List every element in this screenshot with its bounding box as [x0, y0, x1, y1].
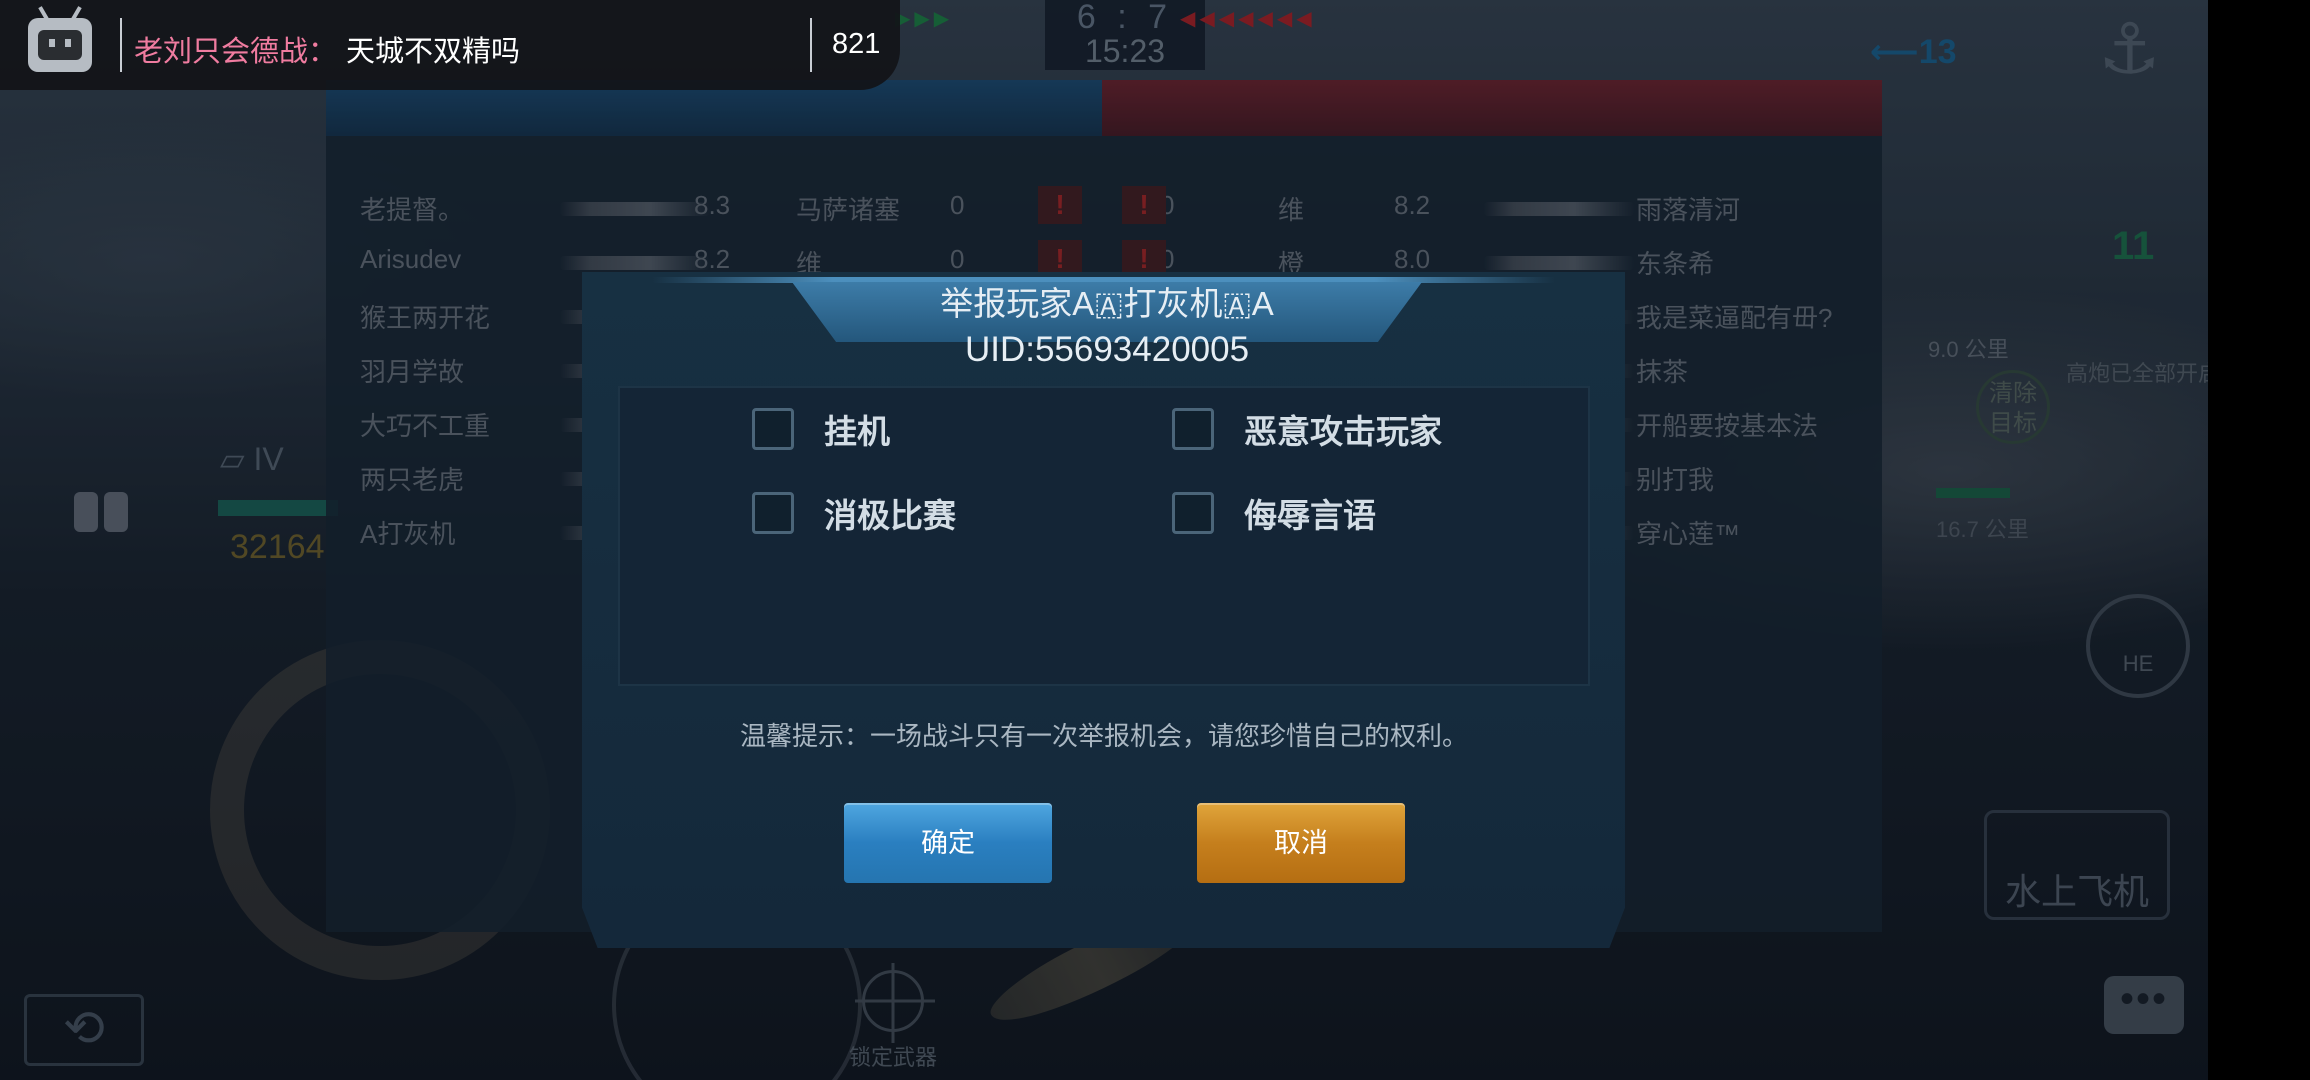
checkbox[interactable]	[1172, 492, 1214, 534]
danmaku-count: 821	[832, 28, 881, 60]
bilibili-eye	[49, 39, 55, 47]
bilibili-face	[38, 30, 82, 60]
danmaku-username: 老刘只会德战：	[134, 36, 338, 68]
cancel-button[interactable]: 取消	[1197, 803, 1405, 883]
option-insulting-language[interactable]: 侮辱言语	[1172, 489, 1376, 537]
checkbox[interactable]	[1172, 408, 1214, 450]
checkbox[interactable]	[752, 408, 794, 450]
option-label: 消极比赛	[824, 497, 956, 534]
bilibili-eye	[65, 39, 71, 47]
option-afk[interactable]: 挂机	[752, 405, 890, 453]
option-malicious-attack[interactable]: 恶意攻击玩家	[1172, 405, 1442, 453]
game-screen: ▶▶▶ 6 : 7 15:23 ◀◀◀◀◀◀◀ ⟵13 ⚓ ▱ IV 32164…	[0, 0, 2310, 1080]
option-label: 恶意攻击玩家	[1244, 413, 1442, 450]
divider	[120, 18, 122, 72]
divider	[810, 18, 812, 72]
option-label: 挂机	[824, 413, 890, 450]
checkbox[interactable]	[752, 492, 794, 534]
option-label: 侮辱言语	[1244, 497, 1376, 534]
confirm-button[interactable]: 确定	[844, 803, 1052, 883]
screen-edge	[2208, 0, 2310, 1080]
danmaku-bar: 老刘只会德战： 天城不双精吗 821	[0, 0, 900, 90]
report-tip: 温馨提示：一场战斗只有一次举报机会，请您珍惜自己的权利。	[739, 721, 1468, 751]
bilibili-tv-icon[interactable]	[28, 18, 92, 72]
player-uid: UID:55693420005	[964, 330, 1250, 369]
danmaku-message: 天城不双精吗	[346, 36, 521, 68]
option-passive-play[interactable]: 消极比赛	[752, 489, 956, 537]
dialog-title: 举报玩家A🇦打灰机🇦A	[940, 285, 1274, 322]
